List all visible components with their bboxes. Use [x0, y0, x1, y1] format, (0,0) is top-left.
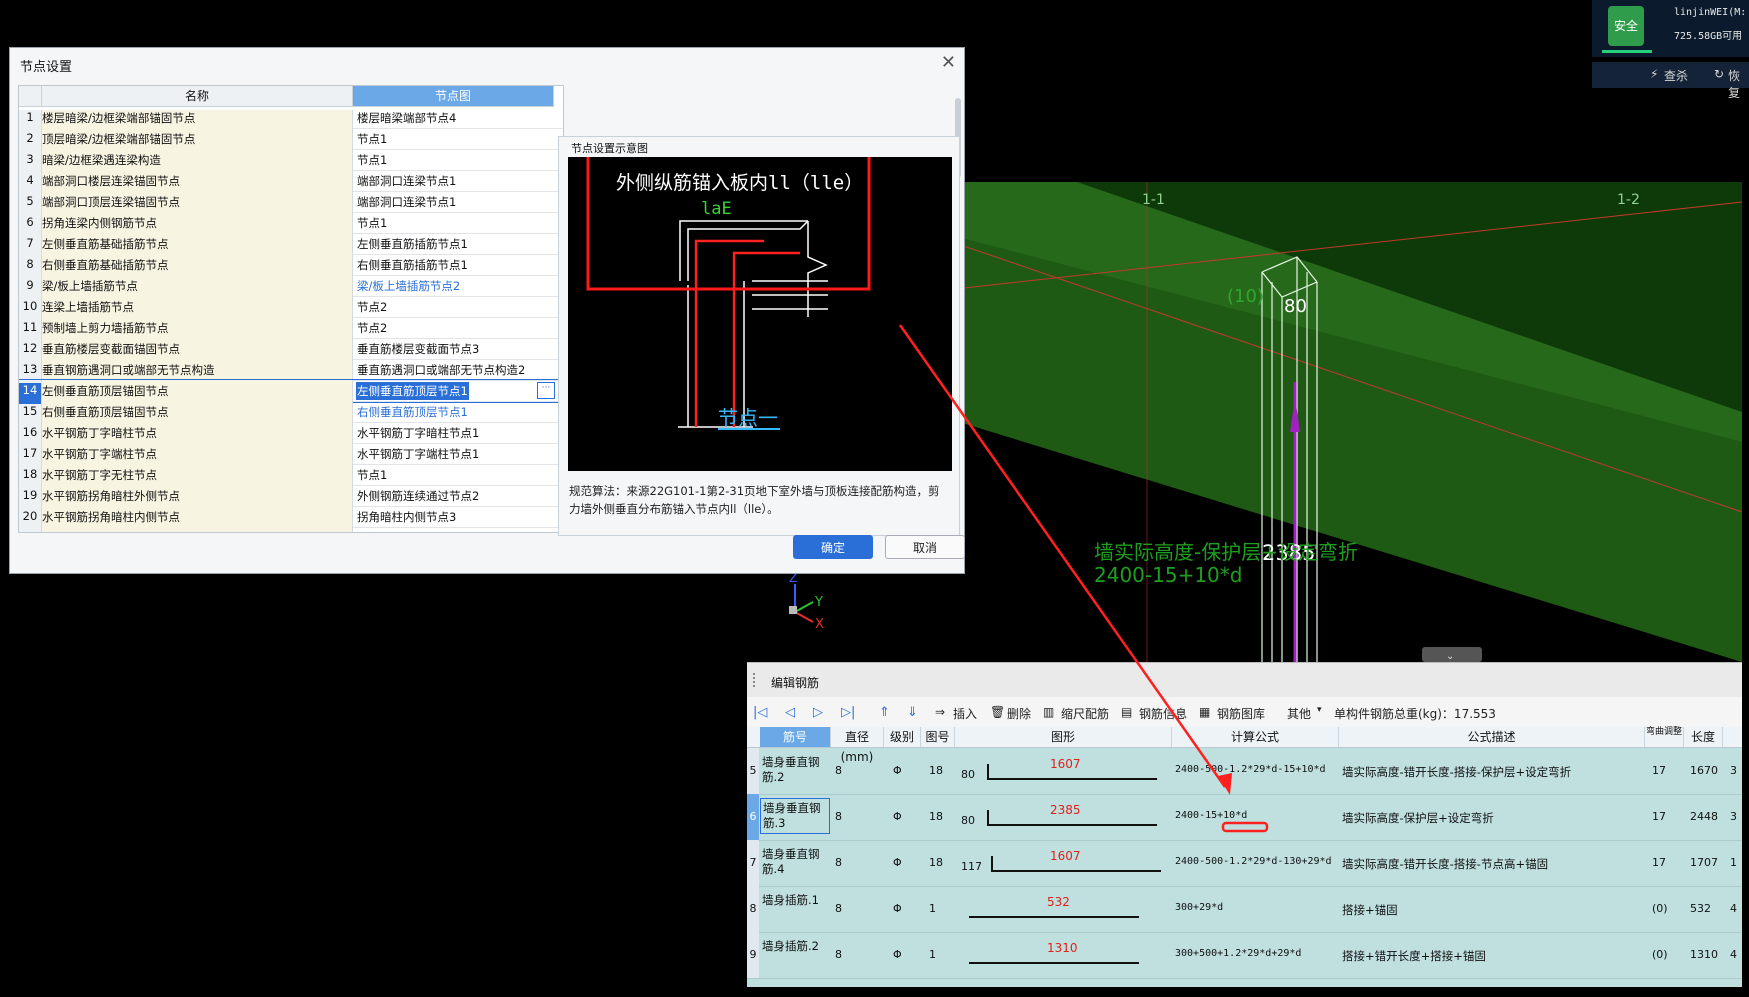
annotation-arrowhead: [1218, 773, 1232, 795]
annotation-overlay: [898, 324, 1269, 833]
annotation-underline-box: [1221, 821, 1269, 833]
annotation-arrow-line: [898, 324, 1227, 788]
